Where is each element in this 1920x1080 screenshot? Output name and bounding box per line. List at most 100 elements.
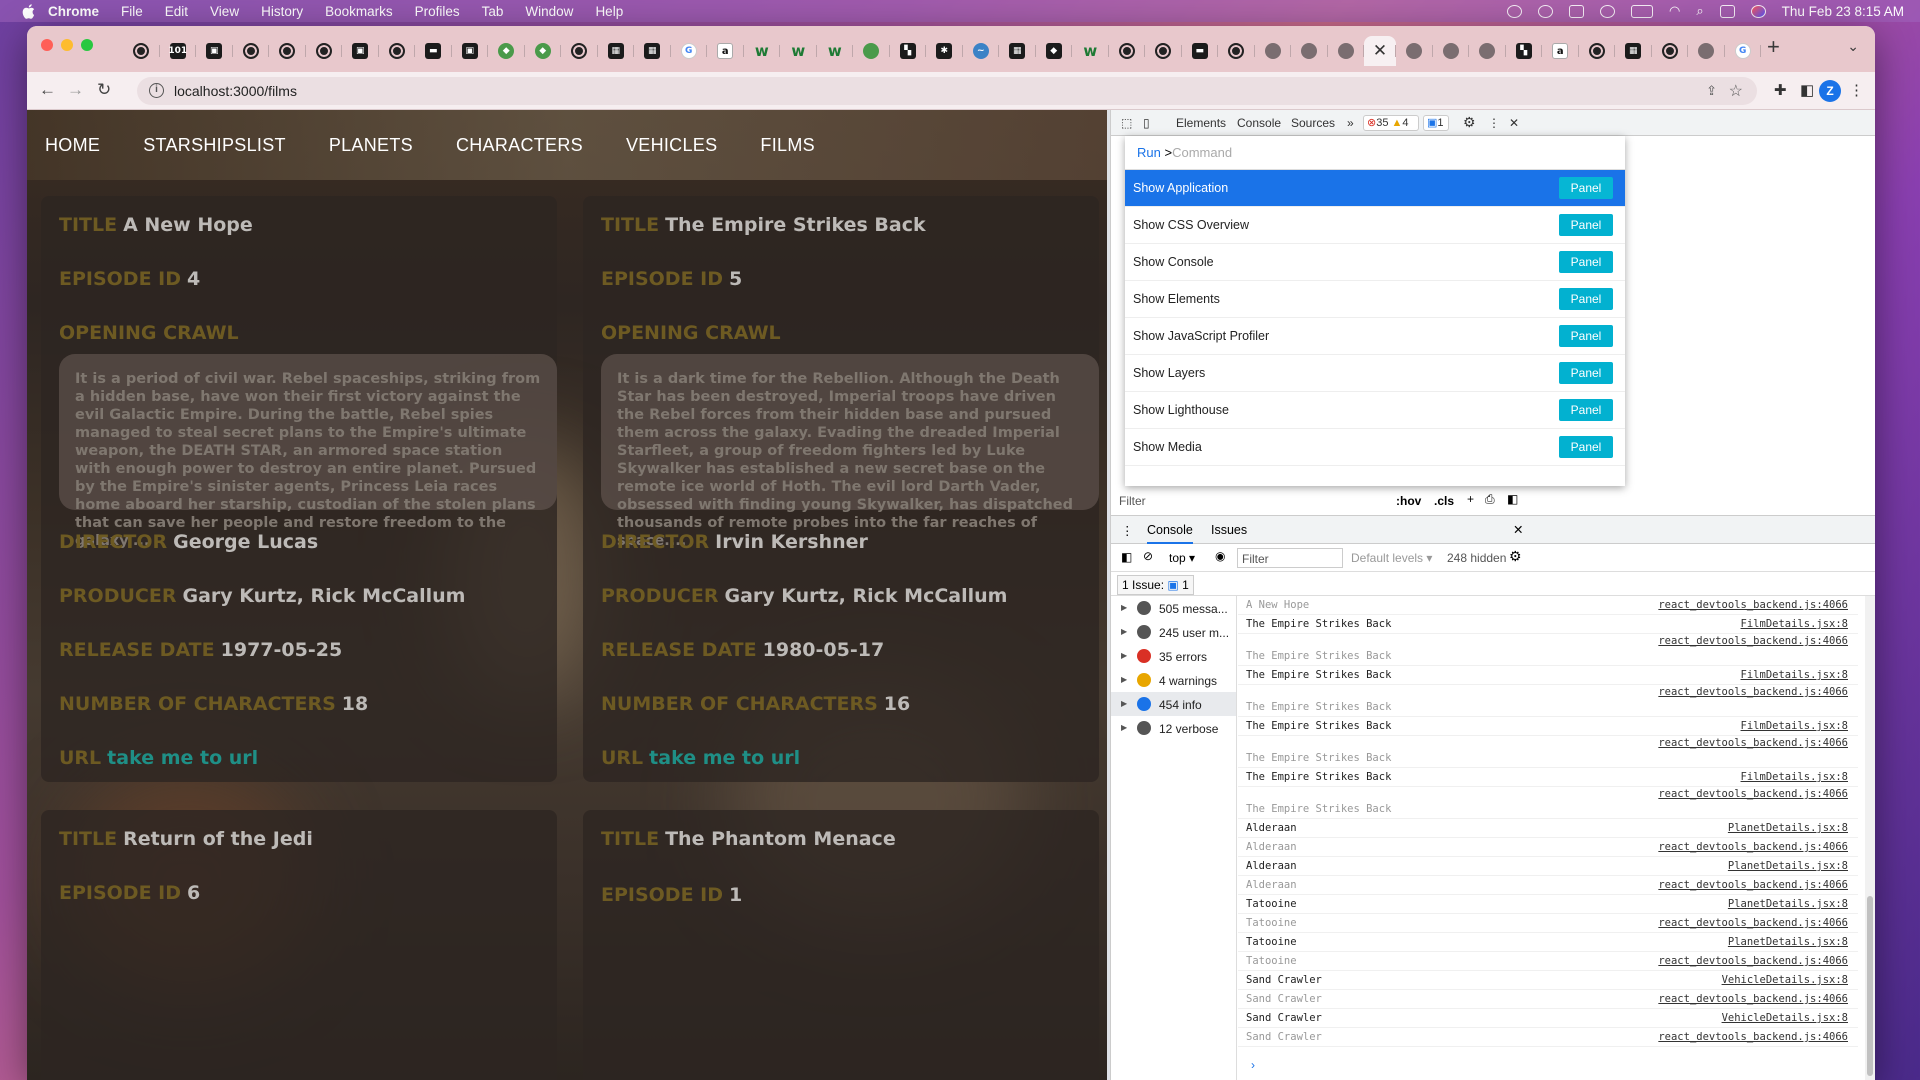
browser-tab[interactable] xyxy=(1652,36,1689,66)
browser-tab[interactable] xyxy=(1328,36,1365,66)
nav-planets[interactable]: PLANETS xyxy=(329,135,413,156)
site-info-icon[interactable]: i xyxy=(149,83,164,98)
menubar-clock[interactable]: Thu Feb 23 8:15 AM xyxy=(1782,4,1904,19)
browser-tab[interactable] xyxy=(1396,36,1433,66)
sidepanel-icon[interactable]: ◧ xyxy=(1800,81,1814,99)
console-prompt-chevron-icon[interactable]: › xyxy=(1251,1058,1255,1072)
log-levels-dropdown[interactable]: Default levels ▾ xyxy=(1351,551,1432,565)
forward-button[interactable]: → xyxy=(67,80,84,100)
browser-tab[interactable]: ▣ xyxy=(342,36,379,66)
browser-tab[interactable]: ◆ xyxy=(488,36,525,66)
more-tabs-icon[interactable]: » xyxy=(1347,116,1354,130)
command-item[interactable]: Show Application Panel xyxy=(1125,170,1625,207)
nav-home[interactable]: HOME xyxy=(45,135,100,156)
chrome-menu-icon[interactable]: ⋮ xyxy=(1849,81,1864,99)
browser-tab[interactable]: ◆ xyxy=(1036,36,1073,66)
active-tab[interactable]: ✕ xyxy=(1364,36,1396,66)
source-link[interactable]: FilmDetails.jsx:8 xyxy=(1741,618,1848,630)
expand-arrow-icon[interactable]: ▶ xyxy=(1121,603,1127,612)
command-item[interactable]: Show Elements Panel xyxy=(1125,281,1625,318)
expand-arrow-icon[interactable]: ▶ xyxy=(1121,723,1127,732)
reload-button[interactable]: ↻ xyxy=(97,80,111,100)
nav-vehicles[interactable]: VEHICLES xyxy=(626,135,717,156)
browser-tab[interactable] xyxy=(1218,36,1255,66)
device-toolbar-icon[interactable]: ▯ xyxy=(1143,116,1150,130)
minimize-window-button[interactable] xyxy=(61,39,73,51)
browser-tab[interactable] xyxy=(1469,36,1506,66)
browser-tab[interactable] xyxy=(853,36,890,66)
menu-edit[interactable]: Edit xyxy=(165,4,188,19)
devtools-menu-icon[interactable]: ⋮ xyxy=(1488,116,1500,130)
add-rule-icon[interactable]: + xyxy=(1467,492,1474,506)
show-sidebar-icon[interactable]: ◧ xyxy=(1121,550,1132,564)
control-center-icon[interactable] xyxy=(1719,4,1735,18)
tab-sources[interactable]: Sources xyxy=(1291,116,1335,130)
toggle-sidebar-icon[interactable]: ◧ xyxy=(1507,492,1518,506)
menu-window[interactable]: Window xyxy=(525,4,573,19)
inspect-element-icon[interactable]: ⬚ xyxy=(1121,116,1132,130)
source-link[interactable]: react_devtools_backend.js:4066 xyxy=(1658,599,1848,611)
share-icon[interactable]: ⇪ xyxy=(1706,83,1717,99)
address-bar[interactable]: i localhost:3000/films ⇪ ☆ xyxy=(137,77,1757,105)
console-filter-input[interactable]: Filter xyxy=(1237,548,1343,568)
context-select[interactable]: top ▾ xyxy=(1169,551,1195,565)
menu-history[interactable]: History xyxy=(261,4,303,19)
source-link[interactable]: VehicleDetails.jsx:8 xyxy=(1722,974,1848,986)
source-link[interactable]: react_devtools_backend.js:4066 xyxy=(1658,841,1848,853)
console-sidebar-item[interactable]: ▶ 12 verbose xyxy=(1111,716,1236,740)
browser-tab[interactable]: ◆ xyxy=(525,36,562,66)
close-window-button[interactable] xyxy=(41,39,53,51)
console-sidebar-item[interactable]: ▶ 454 info xyxy=(1111,692,1236,716)
source-link[interactable]: react_devtools_backend.js:4066 xyxy=(1658,737,1848,749)
source-link[interactable]: react_devtools_backend.js:4066 xyxy=(1658,635,1848,647)
browser-tab[interactable]: ✱ xyxy=(926,36,963,66)
browser-tab[interactable]: 101 xyxy=(160,36,197,66)
styles-filter-input[interactable]: Filter xyxy=(1119,494,1146,508)
source-link[interactable]: VehicleDetails.jsx:8 xyxy=(1722,1012,1848,1024)
source-link[interactable]: react_devtools_backend.js:4066 xyxy=(1658,879,1848,891)
browser-tab[interactable] xyxy=(306,36,343,66)
apple-icon[interactable] xyxy=(20,3,36,19)
browser-tab[interactable] xyxy=(1688,36,1725,66)
browser-tab[interactable]: ~ xyxy=(963,36,1000,66)
menu-tab[interactable]: Tab xyxy=(482,4,504,19)
live-expression-eye-icon[interactable]: ◉ xyxy=(1215,549,1225,563)
expand-arrow-icon[interactable]: ▶ xyxy=(1121,627,1127,636)
settings-gear-icon[interactable]: ⚙ xyxy=(1463,114,1476,131)
browser-tab[interactable] xyxy=(1255,36,1292,66)
browser-tab[interactable]: w xyxy=(1072,36,1109,66)
error-warning-badge[interactable]: ⊗35 ▲4 xyxy=(1363,115,1419,131)
browser-tab[interactable]: ▬ xyxy=(1182,36,1219,66)
close-tab-icon[interactable]: ✕ xyxy=(1373,41,1387,61)
browser-tab[interactable] xyxy=(1579,36,1616,66)
browser-tab[interactable] xyxy=(1291,36,1328,66)
browser-tab[interactable]: w xyxy=(817,36,854,66)
source-link[interactable]: react_devtools_backend.js:4066 xyxy=(1658,993,1848,1005)
display-icon[interactable] xyxy=(1569,4,1585,18)
tab-console[interactable]: Console xyxy=(1237,116,1281,130)
hov-toggle[interactable]: :hov xyxy=(1396,494,1421,508)
take-me-to-url-link[interactable]: take me to url xyxy=(649,747,800,769)
source-link[interactable]: PlanetDetails.jsx:8 xyxy=(1728,822,1848,834)
menu-app-name[interactable]: Chrome xyxy=(48,4,99,19)
source-link[interactable]: react_devtools_backend.js:4066 xyxy=(1658,686,1848,698)
console-sidebar-item[interactable]: ▶ 505 messa... xyxy=(1111,596,1236,620)
command-item[interactable]: Show Console Panel xyxy=(1125,244,1625,281)
browser-tab[interactable]: ▚ xyxy=(890,36,927,66)
record-icon[interactable] xyxy=(1600,4,1616,18)
source-link[interactable]: FilmDetails.jsx:8 xyxy=(1741,720,1848,732)
source-link[interactable]: react_devtools_backend.js:4066 xyxy=(1658,788,1848,800)
drawer-tab-issues[interactable]: Issues xyxy=(1211,523,1247,537)
take-me-to-url-link[interactable]: take me to url xyxy=(107,747,258,769)
back-button[interactable]: ← xyxy=(39,80,56,100)
expand-arrow-icon[interactable]: ▶ xyxy=(1121,699,1127,708)
close-devtools-icon[interactable]: ✕ xyxy=(1509,116,1519,130)
source-link[interactable]: react_devtools_backend.js:4066 xyxy=(1658,917,1848,929)
nav-films[interactable]: FILMS xyxy=(760,135,815,156)
expand-arrow-icon[interactable]: ▶ xyxy=(1121,651,1127,660)
nav-characters[interactable]: CHARACTERS xyxy=(456,135,583,156)
command-item[interactable]: Show CSS Overview Panel xyxy=(1125,207,1625,244)
browser-tab[interactable]: a xyxy=(707,36,744,66)
address-url[interactable]: localhost:3000/films xyxy=(174,83,297,99)
browser-tab[interactable]: ▦ xyxy=(999,36,1036,66)
